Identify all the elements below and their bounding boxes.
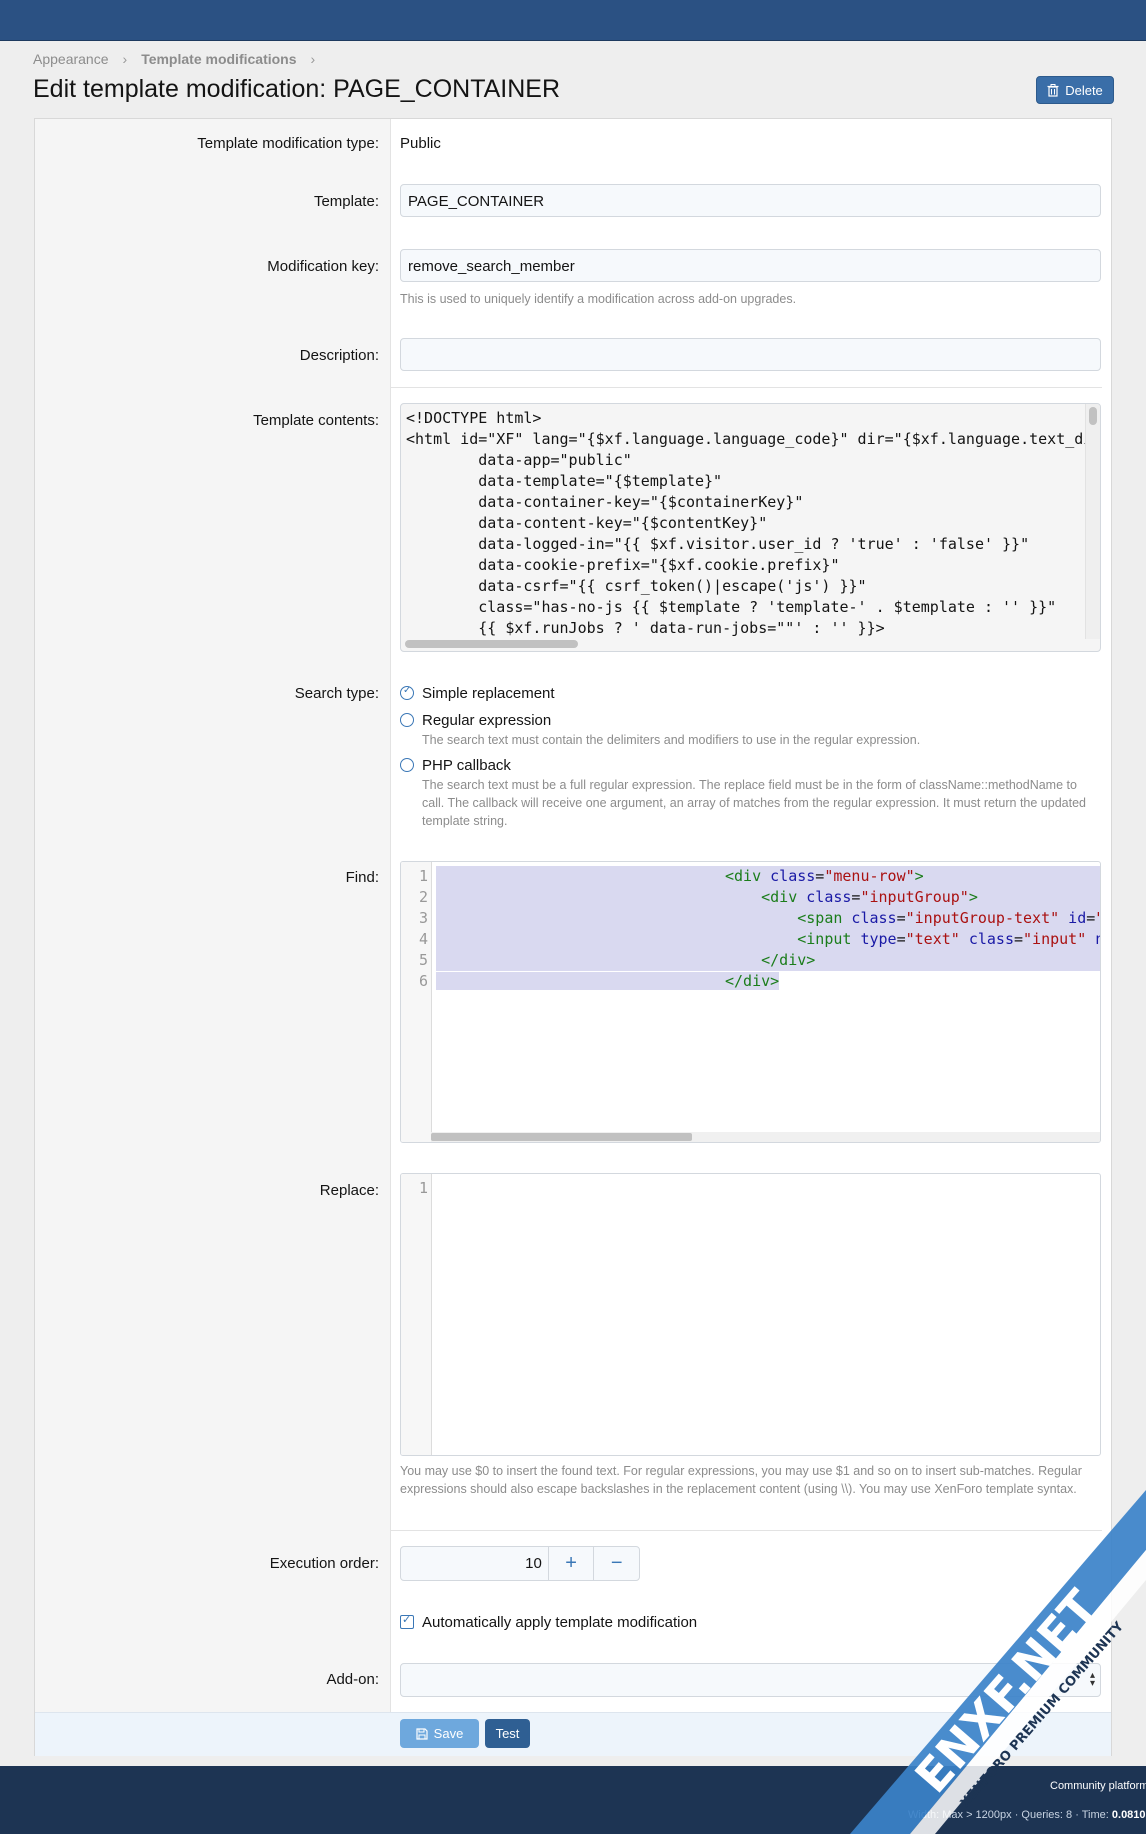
- test-button[interactable]: Test: [485, 1719, 530, 1748]
- line-number: 4: [418, 930, 428, 948]
- find-label: Find:: [345, 869, 379, 886]
- execution-order-stepper[interactable]: 10 + −: [400, 1546, 640, 1581]
- search-type-label: Search type:: [294, 685, 379, 702]
- breadcrumb-item-template-modifications[interactable]: Template modifications: [141, 51, 296, 67]
- option-regular-expression-hint: The search text must contain the delimit…: [422, 733, 921, 747]
- delete-button[interactable]: Delete: [1036, 76, 1114, 104]
- radio-regular-expression[interactable]: [400, 713, 414, 727]
- contents-scroll-track: [1085, 404, 1100, 639]
- footer-stats-time: 0.0810: [1111, 1809, 1146, 1821]
- auto-apply-label[interactable]: Automatically apply template modificatio…: [422, 1614, 697, 1631]
- line-number: 5: [418, 951, 428, 969]
- addon-label: Add-on:: [326, 1671, 379, 1688]
- template-label: Template:: [313, 193, 379, 210]
- footer-platform-link[interactable]: Community platform: [1050, 1780, 1146, 1792]
- execution-order-input[interactable]: 10: [401, 1547, 549, 1580]
- type-value: Public: [400, 135, 441, 152]
- divider: [391, 1530, 1102, 1531]
- auto-apply-checkbox[interactable]: [400, 1613, 414, 1629]
- radio-php-callback[interactable]: [400, 758, 414, 772]
- template-contents-code: <!DOCTYPE html> <html id="XF" lang="{$xf…: [406, 409, 1093, 637]
- decrement-button[interactable]: −: [594, 1547, 639, 1580]
- replace-editor[interactable]: 1: [400, 1173, 1101, 1456]
- replace-line-gutter: 1: [401, 1174, 432, 1455]
- find-horizontal-scrollbar[interactable]: [431, 1132, 1100, 1142]
- code-line: </div>: [436, 971, 1100, 992]
- find-line-gutter: 1 2 3 4 5 6: [401, 862, 432, 1142]
- line-number: 6: [418, 972, 428, 990]
- addon-select[interactable]: ▴ ▾: [400, 1663, 1101, 1697]
- option-php-callback-hint: The search text must be a full regular e…: [422, 778, 1086, 828]
- find-editor[interactable]: 1 2 3 4 5 6 <div class="menu-row"> <div …: [400, 861, 1101, 1143]
- save-button[interactable]: Save: [400, 1719, 479, 1748]
- contents-horizontal-scrollbar[interactable]: [405, 640, 578, 648]
- template-contents-label: Template contents:: [253, 412, 379, 429]
- page-title: Edit template modification: PAGE_CONTAIN…: [33, 75, 561, 103]
- line-number: 3: [418, 909, 428, 927]
- option-simple-replacement-label[interactable]: Simple replacement: [422, 685, 555, 702]
- footer-debug-stats: Width: Max > 1200px · Queries: 8 · Time:…: [908, 1809, 1146, 1821]
- template-input[interactable]: PAGE_CONTAINER: [400, 184, 1101, 217]
- description-label: Description:: [299, 347, 379, 364]
- line-number: 1: [418, 1179, 428, 1197]
- code-line: <input type="text" class="input" n: [436, 929, 1100, 950]
- code-line: </div>: [436, 950, 1100, 971]
- minus-icon: −: [610, 1552, 623, 1574]
- save-icon: [416, 1727, 428, 1740]
- replace-hint: You may use $0 to insert the found text.…: [400, 1464, 1082, 1496]
- description-input[interactable]: [400, 338, 1101, 371]
- divider: [391, 387, 1102, 388]
- select-arrows-icon: ▴ ▾: [1089, 1670, 1095, 1689]
- chevron-right-icon: ›: [122, 51, 128, 67]
- line-number: 2: [418, 888, 428, 906]
- delete-label: Delete: [1065, 82, 1103, 98]
- code-line: <span class="inputGroup-text" id=": [436, 908, 1100, 929]
- type-label: Template modification type:: [197, 135, 379, 152]
- option-regular-expression-label[interactable]: Regular expression: [422, 712, 551, 729]
- execution-order-label: Execution order:: [269, 1555, 379, 1572]
- top-header-bar: [0, 0, 1146, 41]
- increment-button[interactable]: +: [549, 1547, 595, 1580]
- form-submit-row: [35, 1712, 1111, 1756]
- template-contents-box[interactable]: <!DOCTYPE html> <html id="XF" lang="{$xf…: [400, 403, 1101, 652]
- replace-label: Replace:: [319, 1182, 379, 1199]
- save-label: Save: [433, 1726, 464, 1741]
- contents-vertical-scrollbar[interactable]: [1089, 407, 1097, 425]
- breadcrumb: Appearance › Template modifications ›: [33, 51, 329, 67]
- chevron-right-icon: ›: [310, 51, 316, 67]
- site-footer: [0, 1766, 1146, 1834]
- code-line: <div class="inputGroup">: [436, 887, 1100, 908]
- footer-stats-text: Width: Max > 1200px · Queries: 8 · Time:: [908, 1809, 1109, 1821]
- radio-simple-replacement[interactable]: [400, 685, 414, 700]
- trash-icon: [1047, 83, 1059, 97]
- option-php-callback-label[interactable]: PHP callback: [422, 757, 511, 774]
- code-line: <div class="menu-row">: [436, 866, 1100, 887]
- modification-key-hint: This is used to uniquely identify a modi…: [400, 292, 797, 306]
- find-code: <div class="menu-row"> <div class="input…: [436, 866, 1100, 992]
- line-number: 1: [418, 867, 428, 885]
- modification-key-label: Modification key:: [267, 258, 379, 275]
- modification-key-input[interactable]: remove_search_member: [400, 249, 1101, 282]
- plus-icon: +: [565, 1552, 577, 1574]
- breadcrumb-item-appearance[interactable]: Appearance: [33, 51, 109, 67]
